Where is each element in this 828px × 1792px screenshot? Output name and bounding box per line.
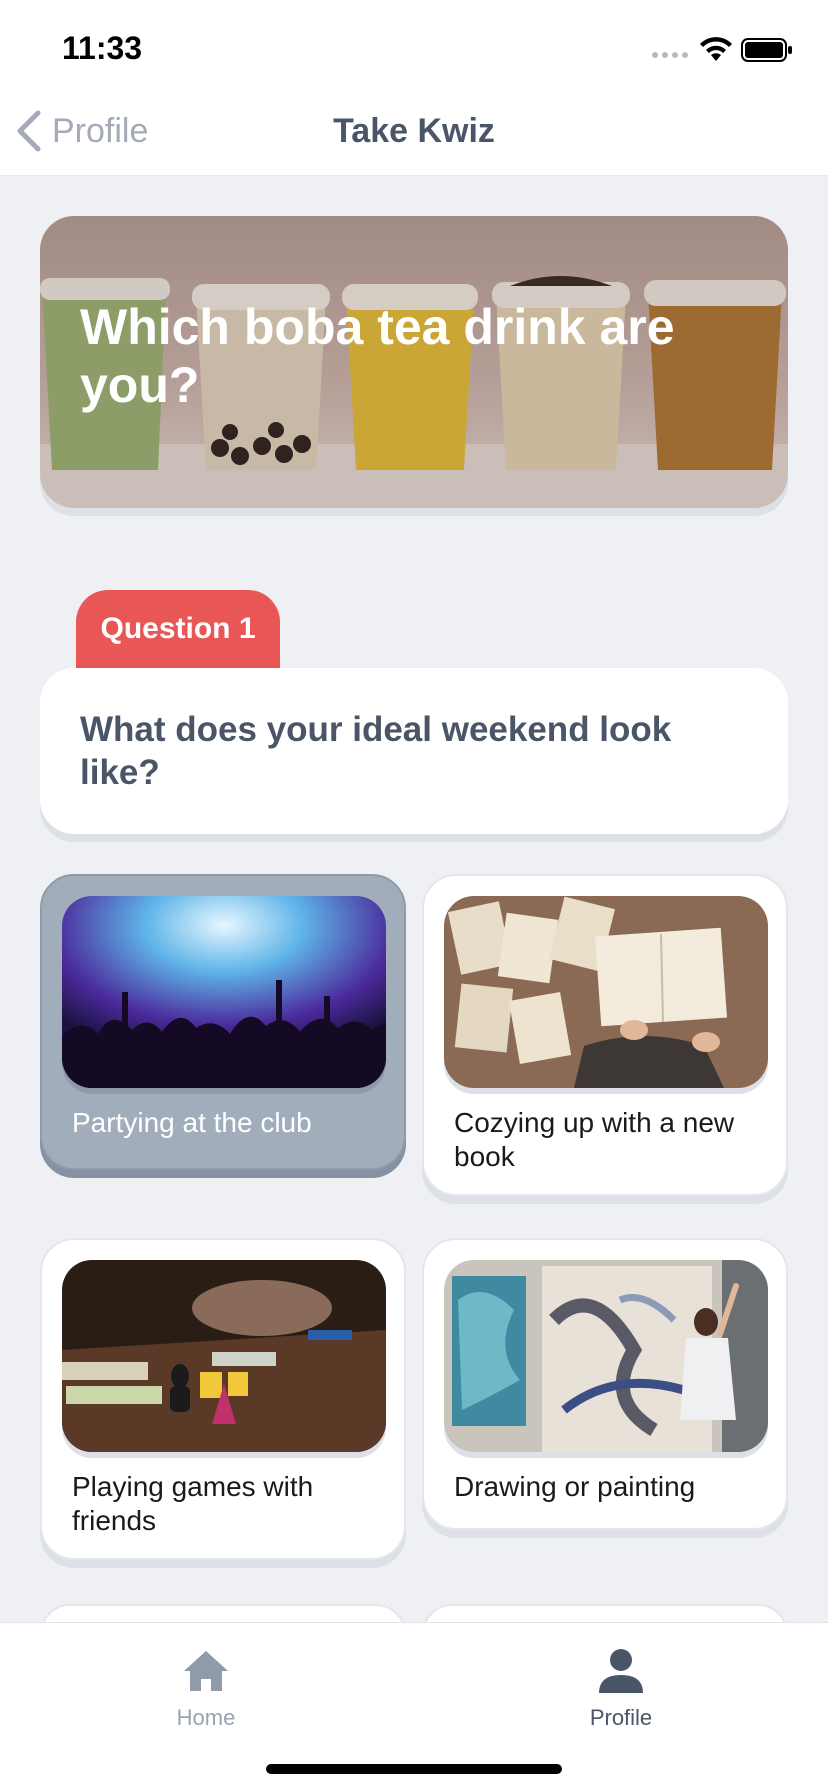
status-time: 11:33 [62, 30, 143, 66]
cellular-signal-icon [652, 52, 688, 58]
answer-option-games[interactable]: Playing games with friends [40, 1238, 406, 1560]
tab-profile[interactable]: Profile [541, 1637, 701, 1737]
question-number-tab: Question 1 [76, 590, 280, 670]
answer-option-label: Cozying up with a new book [454, 1107, 735, 1172]
question-number-label: Question 1 [100, 612, 256, 645]
navigation-bar: Profile Take Kwiz [0, 88, 828, 176]
status-bar: 11:33 [0, 0, 828, 88]
quiz-hero-banner: Which boba tea drink are you? [40, 216, 788, 508]
person-icon [599, 1649, 643, 1693]
club-image [62, 896, 386, 1088]
answer-option-label: Drawing or painting [454, 1471, 696, 1502]
answer-option-label: Partying at the club [72, 1107, 312, 1138]
answer-option-club[interactable]: Partying at the club [40, 874, 406, 1170]
answer-option-label: Playing games with friends [72, 1471, 314, 1536]
quiz-title: Which boba tea drink are you? [80, 299, 675, 413]
book-image [444, 896, 768, 1088]
board-games-image [62, 1260, 386, 1452]
question-card: What does your ideal weekend look like? [40, 668, 788, 834]
question-text: What does your ideal weekend look like? [80, 710, 672, 792]
tab-home[interactable]: Home [126, 1637, 286, 1737]
answer-option-book[interactable]: Cozying up with a new book [422, 874, 788, 1196]
home-icon [184, 1651, 228, 1691]
wifi-icon [700, 37, 732, 61]
page-title: Take Kwiz [333, 112, 495, 150]
answer-option-painting[interactable]: Drawing or painting [422, 1238, 788, 1530]
battery-icon [741, 38, 792, 62]
tab-home-label: Home [176, 1705, 236, 1730]
painting-image [444, 1260, 768, 1452]
home-indicator [266, 1764, 562, 1774]
tab-profile-label: Profile [589, 1705, 653, 1730]
